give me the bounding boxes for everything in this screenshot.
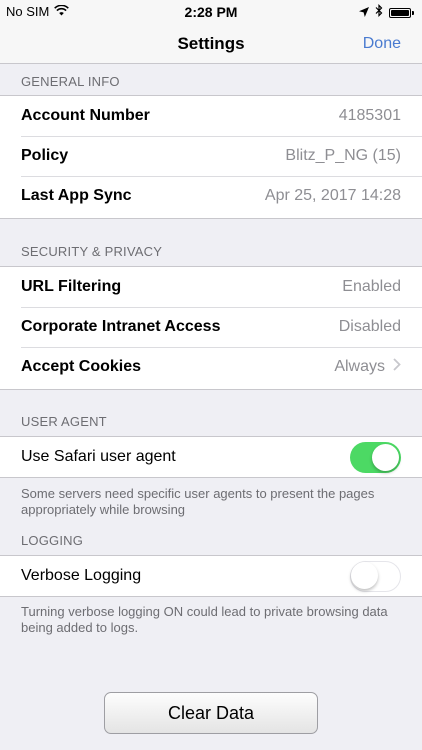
clear-data-button[interactable]: Clear Data [104,692,318,734]
done-button[interactable]: Done [363,35,401,53]
chevron-right-icon [393,358,401,376]
status-right [359,4,414,22]
battery-icon [389,8,411,18]
logging-note: Turning verbose logging ON could lead to… [21,604,388,635]
section-header-logging: Logging [21,533,84,548]
toggle-knob [351,562,378,589]
user-agent-group: Use Safari user agent [0,436,422,478]
safari-user-agent-row: Use Safari user agent [0,437,422,477]
security-privacy-group: URL Filtering Enabled Corporate Intranet… [0,266,422,390]
section-header-general-info: General Info [21,74,120,89]
safari-user-agent-label: Use Safari user agent [21,448,176,465]
accept-cookies-row[interactable]: Accept Cookies Always [0,347,422,387]
policy-value: Blitz_P_NG (15) [285,147,401,164]
verbose-logging-toggle[interactable] [350,560,401,592]
logging-group: Verbose Logging [0,555,422,597]
account-number-row: Account Number 4185301 [0,96,422,136]
navigation-bar: Settings Done [0,24,422,64]
url-filtering-label: URL Filtering [21,278,122,295]
policy-label: Policy [21,147,69,164]
url-filtering-row: URL Filtering Enabled [0,267,422,307]
user-agent-note: Some servers need specific user agents t… [21,486,375,517]
account-number-label: Account Number [21,107,150,124]
section-header-security-privacy: Security & Privacy [21,244,163,259]
account-number-value: 4185301 [338,107,401,124]
verbose-logging-row: Verbose Logging [0,556,422,596]
last-app-sync-row: Last App Sync Apr 25, 2017 14:28 [0,176,422,216]
toggle-knob [372,443,399,471]
location-arrow-icon [359,4,369,22]
accept-cookies-label: Accept Cookies [21,358,142,375]
last-app-sync-label: Last App Sync [21,187,132,204]
bluetooth-icon [375,4,383,22]
last-app-sync-value: Apr 25, 2017 14:28 [264,187,401,204]
section-header-user-agent: User Agent [21,414,107,429]
safari-user-agent-toggle[interactable] [350,441,401,473]
verbose-logging-label: Verbose Logging [21,567,142,584]
policy-row: Policy Blitz_P_NG (15) [0,136,422,176]
accept-cookies-value: Always [334,358,385,375]
page-title: Settings [177,34,245,53]
corporate-intranet-access-label: Corporate Intranet Access [21,318,221,335]
url-filtering-value: Enabled [342,278,401,295]
corporate-intranet-access-value: Disabled [338,318,401,335]
general-info-group: Account Number 4185301 Policy Blitz_P_NG… [0,95,422,219]
corporate-intranet-access-row: Corporate Intranet Access Disabled [0,307,422,347]
status-bar: No SIM 2:28 PM [0,0,422,24]
battery-tip [412,11,414,15]
